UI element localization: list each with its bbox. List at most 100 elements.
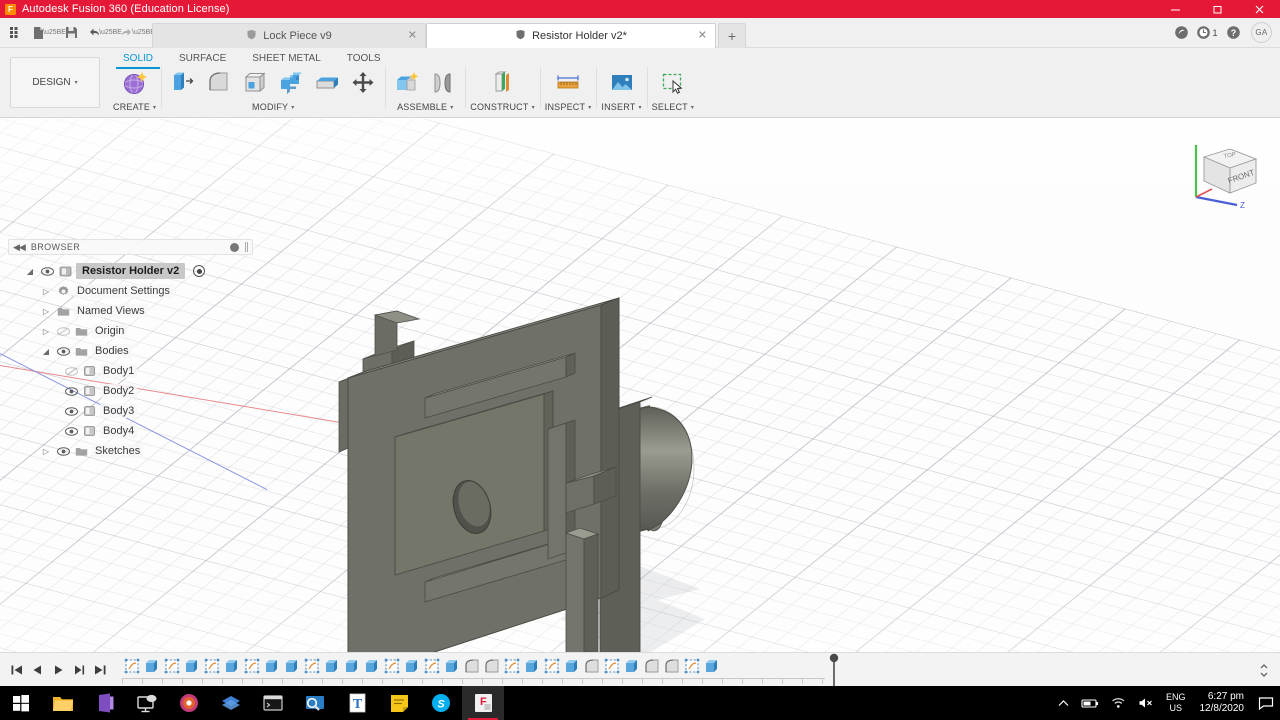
timeline-go-start[interactable] bbox=[6, 659, 26, 681]
premiere-app[interactable] bbox=[210, 686, 252, 720]
app-grid-icon[interactable] bbox=[4, 22, 26, 44]
ribbon-group-assemble-label[interactable]: ASSEMBLE ▾ bbox=[397, 102, 453, 112]
press-pull-icon[interactable] bbox=[166, 65, 200, 101]
onenote-app[interactable] bbox=[84, 686, 126, 720]
timeline-feature-extrude[interactable] bbox=[522, 656, 542, 676]
browser-item-sketches[interactable]: ▷ Sketches bbox=[8, 441, 253, 461]
timeline-feature-sketch[interactable] bbox=[202, 656, 222, 676]
timeline-feature-extrude[interactable] bbox=[322, 656, 342, 676]
browser-item-document-settings[interactable]: ▷ Document Settings bbox=[8, 281, 253, 301]
timeline-feature-sketch[interactable] bbox=[502, 656, 522, 676]
expand-twist-icon[interactable]: ▷ bbox=[40, 327, 52, 336]
skype-app[interactable]: S bbox=[420, 686, 462, 720]
ribbon-group-modify-label[interactable]: MODIFY ▾ bbox=[252, 102, 294, 112]
expand-twist-icon[interactable]: ▷ bbox=[40, 287, 52, 296]
workspace-switcher[interactable]: DESIGN ▾ bbox=[10, 57, 100, 108]
timeline-step-forward[interactable] bbox=[69, 659, 89, 681]
timeline-feature-sketch[interactable] bbox=[302, 656, 322, 676]
collapse-panel-icon[interactable]: ◀◀ bbox=[13, 242, 26, 253]
select-window-icon[interactable] bbox=[656, 65, 690, 101]
create-sphere-icon[interactable] bbox=[118, 65, 152, 101]
maximize-button[interactable] bbox=[1196, 0, 1238, 18]
timeline-feature-sketch[interactable] bbox=[382, 656, 402, 676]
expand-twist-icon[interactable]: ◢ bbox=[24, 267, 36, 276]
timeline-feature-extrude[interactable] bbox=[282, 656, 302, 676]
timeline-settings-icon[interactable] bbox=[1256, 662, 1272, 678]
timeline-feature-extrude[interactable] bbox=[442, 656, 462, 676]
visibility-eye-icon[interactable] bbox=[64, 386, 78, 396]
media-player-app[interactable] bbox=[168, 686, 210, 720]
browser-item-bodies[interactable]: ◢ Bodies bbox=[8, 341, 253, 361]
clock[interactable]: 6:27 pm 12/8/2020 bbox=[1192, 691, 1253, 715]
viewport[interactable]: Z TOP FRONT ◀◀ BROWSER ◢ Resistor Holder… bbox=[0, 119, 1280, 686]
timeline-play[interactable] bbox=[48, 659, 68, 681]
ribbon-group-create-label[interactable]: CREATE ▾ bbox=[113, 102, 156, 112]
timeline-feature-extrude[interactable] bbox=[402, 656, 422, 676]
data-panel-icon[interactable] bbox=[1169, 21, 1193, 45]
view-cube-box[interactable]: TOP FRONT bbox=[1202, 148, 1258, 194]
visibility-eye-icon[interactable] bbox=[64, 406, 78, 416]
browser-item-body4[interactable]: Body4 bbox=[8, 421, 253, 441]
timeline-feature-extrude[interactable] bbox=[702, 656, 722, 676]
move-copy-icon[interactable] bbox=[346, 65, 380, 101]
visibility-eye-off-icon[interactable] bbox=[56, 326, 70, 336]
browser-item-body2[interactable]: Body2 bbox=[8, 381, 253, 401]
joint-icon[interactable] bbox=[426, 65, 460, 101]
ribbon-group-select-label[interactable]: SELECT ▾ bbox=[652, 102, 694, 112]
timeline-feature-extrude[interactable] bbox=[362, 656, 382, 676]
timeline-feature-extrude[interactable] bbox=[262, 656, 282, 676]
minimize-button[interactable] bbox=[1154, 0, 1196, 18]
timeline-feature-extrude[interactable] bbox=[222, 656, 242, 676]
timeline-feature-extrude[interactable] bbox=[182, 656, 202, 676]
terminal-app[interactable] bbox=[252, 686, 294, 720]
timeline-feature-extrude[interactable] bbox=[342, 656, 362, 676]
file-menu-caret-icon[interactable]: \u25BE bbox=[43, 22, 66, 44]
timeline-feature-sketch[interactable] bbox=[122, 656, 142, 676]
timeline-step-back[interactable] bbox=[27, 659, 47, 681]
fillet-icon[interactable] bbox=[202, 65, 236, 101]
timeline-feature-extrude[interactable] bbox=[562, 656, 582, 676]
timeline-feature-fillet[interactable] bbox=[462, 656, 482, 676]
close-button[interactable] bbox=[1238, 0, 1280, 18]
timeline-feature-sketch[interactable] bbox=[542, 656, 562, 676]
timeline-feature-sketch[interactable] bbox=[162, 656, 182, 676]
volume-muted-icon[interactable] bbox=[1132, 686, 1160, 720]
battery-icon[interactable] bbox=[1075, 686, 1105, 720]
visibility-eye-off-icon[interactable] bbox=[64, 366, 78, 376]
browser-item-named-views[interactable]: ▷ Named Views bbox=[8, 301, 253, 321]
close-icon[interactable]: ✕ bbox=[698, 30, 707, 41]
wifi-icon[interactable] bbox=[1105, 686, 1132, 720]
combine-icon[interactable] bbox=[274, 65, 308, 101]
timeline-go-end[interactable] bbox=[90, 659, 110, 681]
browser-item-origin[interactable]: ▷ Origin bbox=[8, 321, 253, 341]
offset-plane-icon[interactable] bbox=[486, 65, 520, 101]
job-status-icon[interactable]: 1 bbox=[1195, 21, 1219, 45]
file-explorer-app[interactable] bbox=[42, 686, 84, 720]
timeline-feature-fillet[interactable] bbox=[642, 656, 662, 676]
measure-icon[interactable] bbox=[551, 65, 585, 101]
input-language-indicator[interactable]: ENG US bbox=[1160, 692, 1192, 714]
close-icon[interactable]: ✕ bbox=[408, 30, 417, 41]
new-component-icon[interactable] bbox=[390, 65, 424, 101]
panel-menu-icon[interactable] bbox=[230, 242, 239, 252]
shell-icon[interactable] bbox=[238, 65, 272, 101]
split-face-icon[interactable] bbox=[310, 65, 344, 101]
notification-icon[interactable] bbox=[1252, 686, 1280, 720]
insert-image-icon[interactable] bbox=[605, 65, 639, 101]
timeline-feature-fillet[interactable] bbox=[482, 656, 502, 676]
browser-item-root[interactable]: ◢ Resistor Holder v2 bbox=[8, 261, 253, 281]
document-tab-resistor-holder[interactable]: Resistor Holder v2* ✕ bbox=[426, 22, 716, 48]
start-button[interactable] bbox=[0, 686, 42, 720]
timeline-feature-extrude[interactable] bbox=[142, 656, 162, 676]
timeline-track[interactable] bbox=[122, 653, 1280, 686]
timeline-feature-fillet[interactable] bbox=[662, 656, 682, 676]
expand-twist-icon[interactable]: ◢ bbox=[40, 347, 52, 356]
timeline-feature-extrude[interactable] bbox=[622, 656, 642, 676]
redo-caret-icon[interactable]: \u25BE bbox=[132, 22, 155, 44]
expand-twist-icon[interactable]: ▷ bbox=[40, 447, 52, 456]
timeline-feature-sketch[interactable] bbox=[422, 656, 442, 676]
avatar[interactable]: GA bbox=[1251, 22, 1272, 43]
save-icon[interactable] bbox=[60, 22, 82, 44]
search-app[interactable] bbox=[294, 686, 336, 720]
timeline-feature-sketch[interactable] bbox=[242, 656, 262, 676]
